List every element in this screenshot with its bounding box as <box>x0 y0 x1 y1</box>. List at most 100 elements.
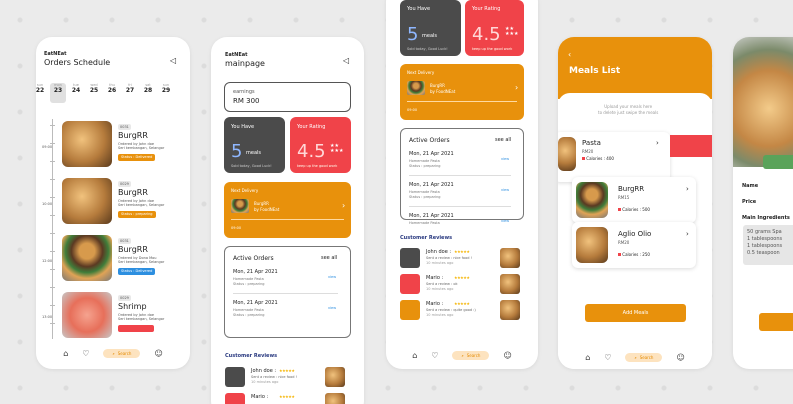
notification-icon[interactable]: ◁ <box>170 56 176 65</box>
profile-icon[interactable]: ☺ <box>503 351 511 360</box>
search-button[interactable]: ⌕ Search <box>103 348 141 358</box>
day-item[interactable]: thu 26 <box>104 83 120 103</box>
home-icon[interactable]: ⌂ <box>412 351 417 360</box>
active-order-row[interactable]: Mon, 21 Apr 2021 Homemade Pasta Status : p… <box>409 151 517 179</box>
meal-card-aglio-olio[interactable]: Aglio Olio RM20 Calories : 250 › <box>572 222 696 268</box>
order-status: Status : preparing <box>233 282 265 286</box>
time-label: 13:00 <box>42 315 53 319</box>
timeline-tick <box>50 125 55 126</box>
hint-text: Upload your meals here to delete just sw… <box>598 104 659 115</box>
review-food-image <box>325 367 345 387</box>
chevron-right-icon[interactable]: › <box>686 230 689 238</box>
heart-icon[interactable]: ♡ <box>82 349 89 358</box>
active-orders-card: Active Orders see all Mon, 21 Apr 2021 Ho… <box>400 128 524 225</box>
order-date: Mon, 21 Apr 2021 <box>409 213 454 219</box>
meals-sold-card: You Have 5 meals Sold today, Good Luck! <box>224 117 285 173</box>
swipe-delete-panel[interactable] <box>670 135 712 157</box>
order-address: Seri kembangan, Selangor <box>118 260 165 264</box>
day-item[interactable]: mon 23 <box>50 83 66 103</box>
add-meals-button[interactable]: Add Meals <box>585 304 686 322</box>
day-item[interactable]: tue 24 <box>68 83 84 103</box>
order-image <box>62 121 112 167</box>
hero-button[interactable] <box>763 155 793 169</box>
notification-icon[interactable]: ◁ <box>343 56 349 65</box>
chevron-right-icon[interactable]: › <box>342 201 345 210</box>
search-button[interactable]: ⌕ Search <box>452 350 490 360</box>
next-delivery-card[interactable]: Next Delivery BurgRR by FoodNEat › 09:00 <box>400 64 524 120</box>
next-delivery-card[interactable]: Next Delivery BurgRR by FoodNEat › 09:00 <box>224 182 351 238</box>
meal-name: Aglio Olio <box>618 230 652 238</box>
view-link[interactable]: view <box>328 275 336 279</box>
view-link[interactable]: view <box>501 157 509 161</box>
reviewer-avatar <box>400 300 420 320</box>
review-stars: ★★★★★ <box>454 249 470 254</box>
chevron-right-icon[interactable]: › <box>686 185 689 193</box>
active-order-row[interactable]: Mon, 21 Apr 2021 Homemade Pasta Status : p… <box>233 269 344 297</box>
reviewer-name: Mario : <box>426 275 444 281</box>
back-icon[interactable]: ‹ <box>568 50 571 59</box>
next-delivery-image <box>231 199 249 213</box>
active-order-row[interactable]: Mon, 21 Apr 2021 Homemade Pasta Status : p… <box>409 182 517 210</box>
meals-count: 5 <box>407 24 419 45</box>
timeline-tick <box>50 251 55 252</box>
see-all-link[interactable]: see all <box>321 255 337 261</box>
phone-meal-detail: Name Price Main Ingredients 50 grams Spa… <box>733 37 793 369</box>
review-stars: ★★★★★ <box>279 394 295 399</box>
view-link[interactable]: view <box>501 188 509 192</box>
rating-stars: ★★ ★★★ <box>330 143 344 154</box>
order-item: Homemade Pasta <box>233 308 264 312</box>
order-status-badge[interactable]: Status : Delivered <box>118 154 156 161</box>
order-address: Seri kembangan, Selangor <box>118 203 165 207</box>
rating-stars: ★★ ★★★ <box>505 26 519 37</box>
chevron-right-icon[interactable]: › <box>656 139 659 147</box>
next-delivery-label: Next Delivery <box>407 70 435 75</box>
profile-icon[interactable]: ☺ <box>676 353 684 362</box>
review-food-image <box>325 393 345 404</box>
order-name: Shrimp <box>118 302 147 311</box>
day-number: 24 <box>71 87 81 94</box>
heart-icon[interactable]: ♡ <box>431 351 438 360</box>
timeline-line <box>52 119 53 339</box>
day-item[interactable]: sun 22 <box>36 83 48 103</box>
day-item[interactable]: fri 27 <box>122 83 138 103</box>
review-stars: ★★★★★ <box>454 301 470 306</box>
home-icon[interactable]: ⌂ <box>63 349 68 358</box>
order-status-badge[interactable]: Status : preparing <box>118 211 156 218</box>
bottom-nav: ⌂ ♡ ⌕ Search ☺ <box>36 341 190 365</box>
order-item: Homemade Pasta <box>409 190 440 194</box>
timeline-tick <box>50 179 55 180</box>
meal-card-burgrr[interactable]: BurgRR RM15 Calories : 500 › <box>572 177 696 223</box>
day-item[interactable]: wed 25 <box>86 83 102 103</box>
ingredients-label: Main Ingredients <box>742 215 790 221</box>
save-button[interactable] <box>759 313 793 331</box>
review-time: 10 minutes ago <box>426 261 454 265</box>
profile-icon[interactable]: ☺ <box>154 349 162 358</box>
active-order-row[interactable]: Mon, 21 Apr 2021 Homemade Pasta Status : p… <box>233 300 344 328</box>
view-link[interactable]: view <box>328 306 336 310</box>
next-delivery-time: 09:00 <box>231 226 242 230</box>
view-link[interactable]: view <box>501 219 509 223</box>
reviewer-avatar <box>225 393 245 404</box>
home-icon[interactable]: ⌂ <box>585 353 590 362</box>
order-address: Seri kembangan, Selangor <box>118 146 165 150</box>
ingredients-box[interactable]: 50 grams Spa 1 tablespoons 1 tablespoons… <box>743 225 793 265</box>
search-button[interactable]: ⌕ Search <box>625 352 663 362</box>
meal-hero-image <box>733 37 793 167</box>
day-item[interactable]: sun 29 <box>158 83 174 103</box>
meal-card-pasta[interactable]: Pasta RM20 Calories : 400 › <box>558 132 670 182</box>
review-stars: ★★★★★ <box>454 275 470 280</box>
heart-icon[interactable]: ♡ <box>604 353 611 362</box>
order-date: Mon, 21 Apr 2021 <box>233 269 278 275</box>
chevron-right-icon[interactable]: › <box>515 83 518 92</box>
day-number: 29 <box>161 87 171 94</box>
row-divider <box>233 293 338 294</box>
price-label: Price <box>742 199 757 205</box>
search-icon: ⌕ <box>112 350 115 356</box>
day-item[interactable]: sat 28 <box>140 83 156 103</box>
phone-meals-list: ‹ Meals List Upload your meals here to d… <box>558 37 712 369</box>
see-all-link[interactable]: see all <box>495 137 511 143</box>
order-status-badge[interactable]: Status : Delivered <box>118 268 156 275</box>
meal-image <box>558 137 576 171</box>
order-status-badge[interactable] <box>118 325 154 332</box>
page-title: Orders Schedule <box>44 58 111 67</box>
